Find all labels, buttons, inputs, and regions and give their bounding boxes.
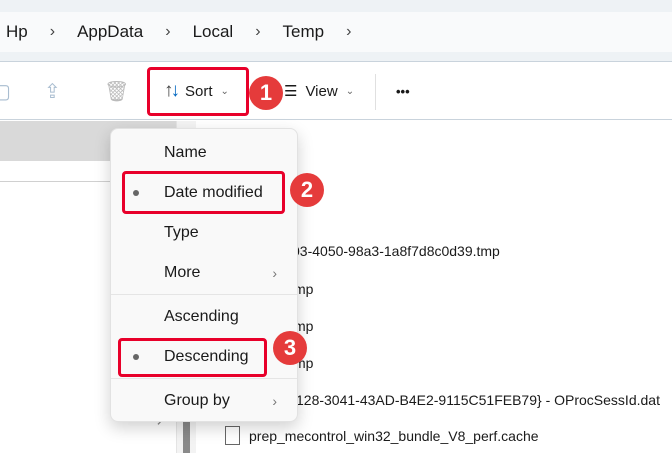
highlight-box-sort — [147, 67, 249, 116]
chevron-right-icon[interactable]: › — [165, 23, 170, 41]
menu-separator — [111, 294, 297, 295]
paste-icon[interactable]: ▢ — [0, 62, 11, 120]
breadcrumb-hp[interactable]: Hp — [6, 22, 28, 42]
view-button[interactable]: ☰ View ⌄ — [284, 62, 354, 120]
chevron-down-icon: ⌄ — [345, 85, 355, 97]
breadcrumb-appdata[interactable]: AppData — [77, 22, 143, 42]
chevron-right-icon[interactable]: › — [255, 23, 260, 41]
chevron-right-icon: › — [272, 393, 277, 409]
delete-icon[interactable]: 🗑 — [104, 62, 129, 120]
file-item[interactable]: 128-3041-43AD-B4E2-9115C51FEB79} - OProc… — [296, 392, 660, 408]
menu-item-label: Group by — [164, 392, 230, 409]
file-item[interactable]: prep_mecontrol_win32_bundle_V8_perf.cach… — [249, 428, 539, 444]
menu-item-label: Type — [164, 224, 199, 241]
menu-item-ascending[interactable]: Ascending — [111, 299, 297, 335]
menu-item-more[interactable]: More › — [111, 255, 297, 291]
breadcrumb-temp[interactable]: Temp — [283, 22, 325, 42]
share-icon[interactable]: ⇪ — [44, 62, 61, 120]
menu-item-label: More — [164, 264, 201, 281]
menu-separator — [111, 378, 297, 379]
menu-item-label: Name — [164, 144, 207, 161]
chevron-right-icon[interactable]: › — [346, 23, 351, 41]
view-icon: ☰ — [284, 83, 298, 100]
highlight-box-date-modified — [122, 171, 285, 214]
toolbar-divider — [375, 74, 376, 110]
command-bar: ▢ ⇪ 🗑 ↑↓ Sort ⌄ ☰ View ⌄ ••• — [0, 62, 672, 120]
step-badge-1: 1 — [249, 76, 283, 110]
menu-item-group-by[interactable]: Group by › — [111, 383, 297, 419]
breadcrumb-local[interactable]: Local — [193, 22, 234, 42]
step-badge-2: 2 — [290, 173, 324, 207]
menu-item-name[interactable]: Name — [111, 135, 297, 171]
menu-item-type[interactable]: Type — [111, 215, 297, 251]
menu-item-label: Ascending — [164, 308, 239, 325]
chevron-right-icon: › — [272, 265, 277, 281]
view-label: View — [305, 82, 338, 100]
step-badge-3: 3 — [273, 331, 307, 365]
chevron-right-icon[interactable]: › — [50, 23, 55, 41]
file-icon — [225, 426, 240, 445]
address-bar[interactable]: Hp › AppData › Local › Temp › — [0, 12, 672, 52]
see-more-button[interactable]: ••• — [396, 62, 410, 120]
highlight-box-descending — [118, 338, 267, 377]
